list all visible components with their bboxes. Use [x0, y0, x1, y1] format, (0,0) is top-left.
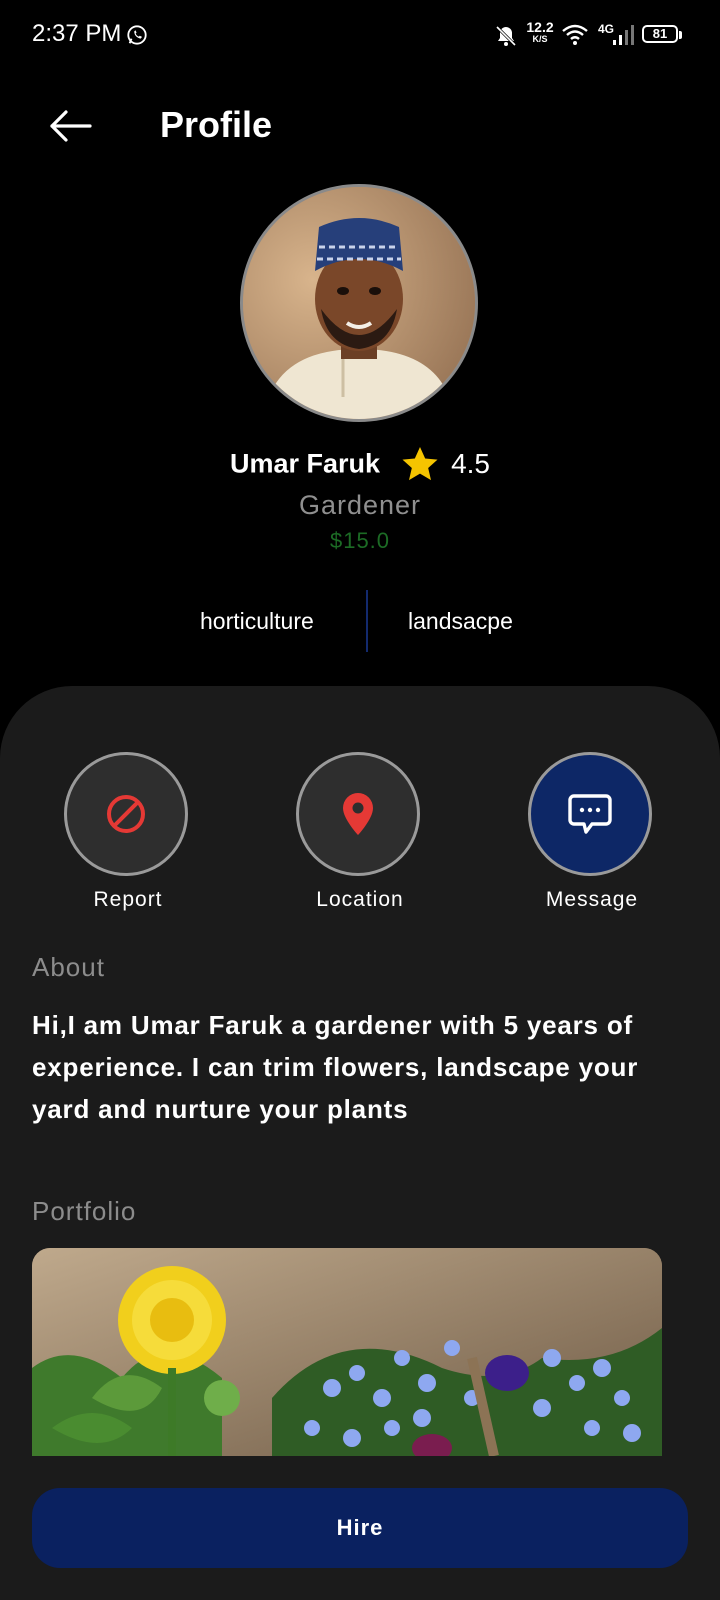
name-rating-row: Umar Faruk 4.5 [0, 444, 720, 484]
profile-price: $15.0 [329, 528, 391, 553]
location-button[interactable] [296, 752, 420, 876]
message-label: Message [545, 888, 639, 911]
skill-tag: horticulture [200, 608, 314, 634]
rating-value: 4.5 [451, 448, 491, 479]
battery-level: 81 [652, 26, 668, 41]
about-text: Hi,I am Umar Faruk a gardener with 5 yea… [32, 1010, 639, 1124]
battery-icon: 81 [642, 24, 684, 46]
speed-value: 12.2 [526, 19, 554, 35]
report-button[interactable] [64, 752, 188, 876]
hire-button[interactable]: Hire [32, 1488, 688, 1568]
arrow-left-icon[interactable] [46, 106, 96, 146]
network-speed: 12.2 K/S [524, 20, 556, 44]
avatar-illustration [243, 187, 475, 419]
status-time: 2:37 PM [32, 20, 122, 47]
skill-divider [366, 590, 368, 652]
battery-tip [679, 31, 682, 39]
speed-unit: K/S [532, 34, 548, 44]
signal-icon [613, 25, 634, 45]
about-heading: About [32, 952, 105, 982]
status-bar: 2:37 PM 12.2 K/S 4G 81 [0, 0, 720, 72]
message-button[interactable] [528, 752, 652, 876]
portfolio-image[interactable] [32, 1248, 662, 1456]
skill-tag: landsacpe [408, 608, 513, 634]
profile-name: Umar Faruk [229, 448, 381, 479]
profile-role: Gardener [298, 490, 422, 520]
flowers-illustration [32, 1248, 662, 1456]
bell-off-icon [495, 25, 517, 47]
report-label: Report [93, 888, 163, 911]
avatar [240, 184, 478, 422]
whatsapp-icon [127, 25, 147, 45]
star-icon [402, 447, 438, 481]
portfolio-heading: Portfolio [32, 1196, 137, 1226]
chat-bubble-icon [568, 794, 612, 834]
wifi-icon [562, 24, 588, 45]
block-icon [107, 795, 145, 833]
page-title: Profile [160, 104, 273, 145]
location-pin-icon [343, 793, 373, 835]
location-label: Location [316, 888, 404, 911]
